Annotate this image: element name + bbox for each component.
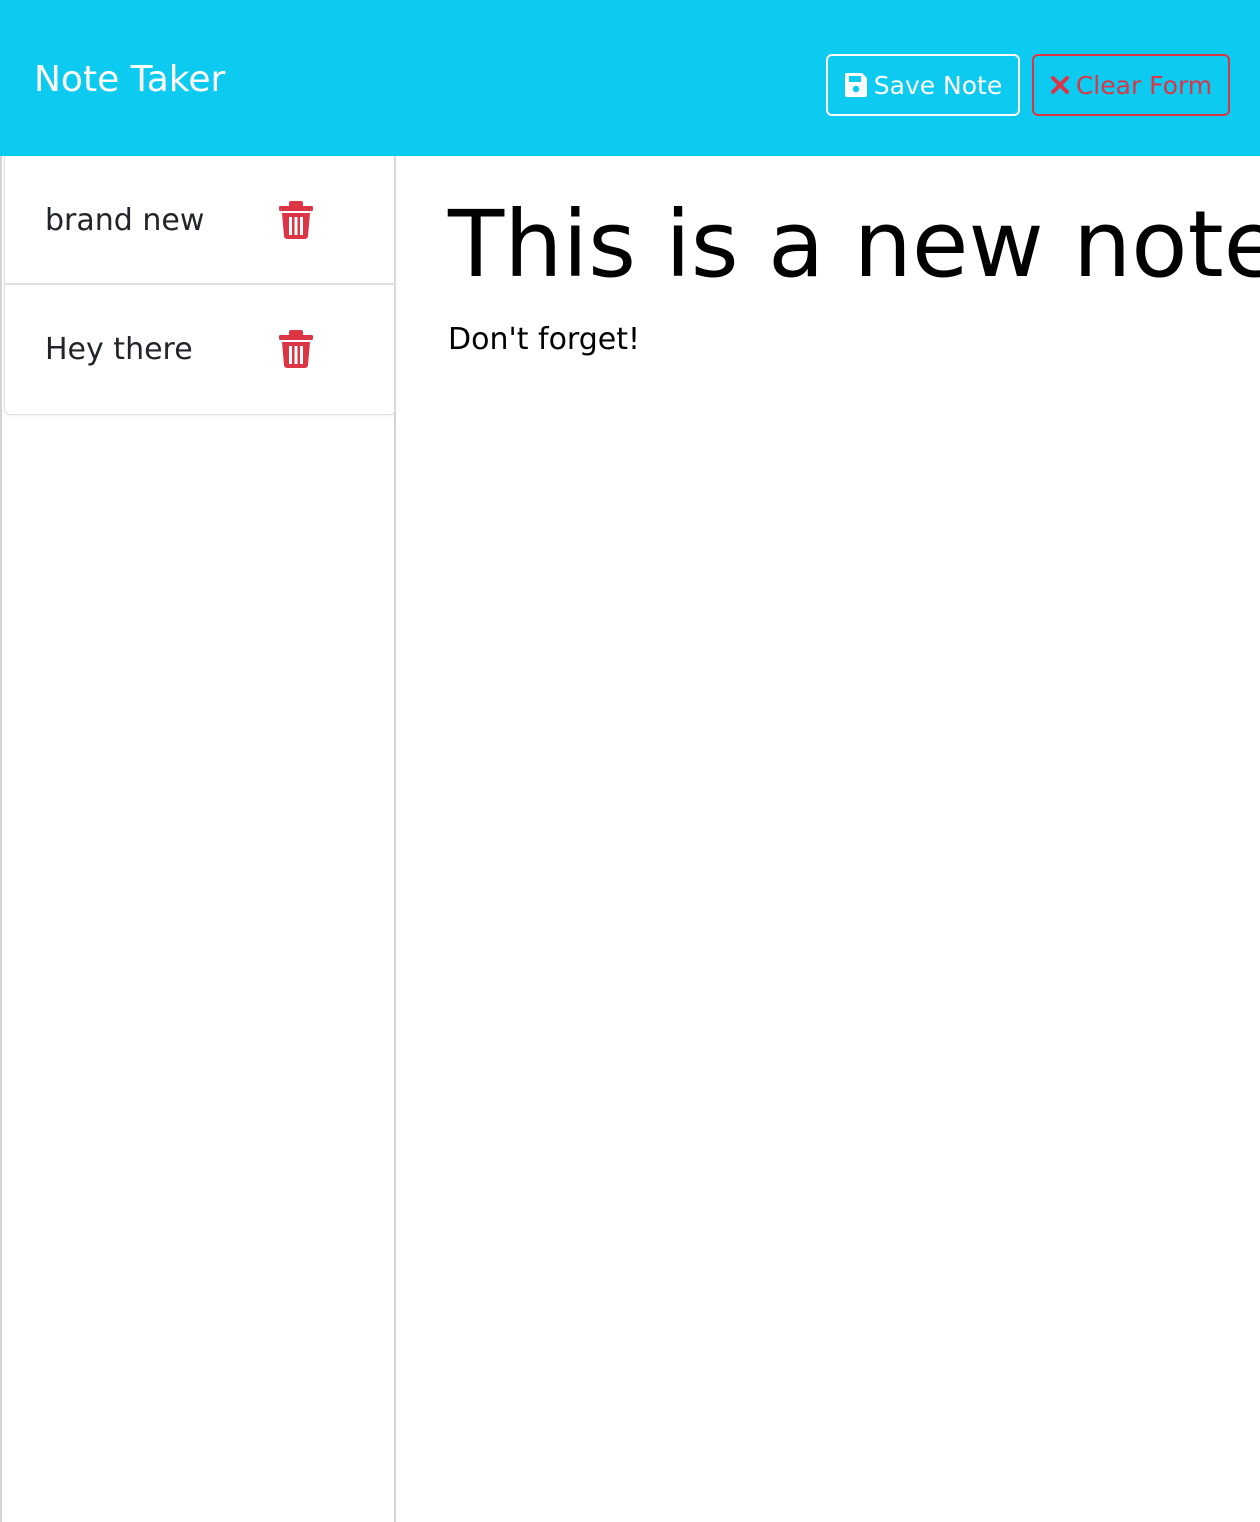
notes-sidebar: brand new Hey there	[0, 156, 396, 1522]
note-title-item: Hey there	[45, 332, 193, 367]
list-item[interactable]: Hey there	[5, 285, 395, 414]
note-text-area[interactable]: Don't forget!	[448, 320, 640, 360]
save-note-label: Save Note	[873, 70, 1003, 100]
note-editor: This is a new note Don't forget!	[398, 156, 1260, 1522]
list-item[interactable]: brand new	[5, 156, 395, 285]
note-title-item: brand new	[45, 203, 205, 238]
app-brand[interactable]: Note Taker	[34, 56, 225, 104]
note-title-input[interactable]: This is a new note	[448, 190, 1260, 300]
trash-icon[interactable]	[278, 329, 314, 369]
navbar: Note Taker Save Note Clear Form	[0, 0, 1260, 156]
close-icon	[1050, 75, 1070, 95]
save-icon	[844, 72, 868, 98]
save-note-button[interactable]: Save Note	[826, 54, 1020, 116]
trash-icon[interactable]	[278, 200, 314, 240]
notes-list: brand new Hey there	[4, 156, 396, 415]
clear-form-button[interactable]: Clear Form	[1032, 54, 1230, 116]
clear-form-label: Clear Form	[1075, 70, 1213, 100]
